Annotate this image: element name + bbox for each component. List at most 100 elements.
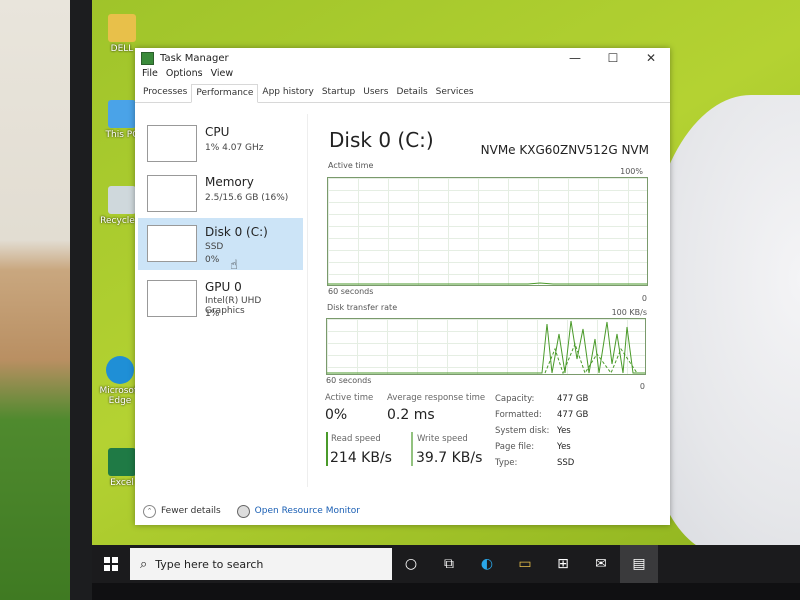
fewer-details-label: Fewer details xyxy=(161,506,221,516)
transfer-rate-graph xyxy=(326,318,646,375)
page-file-key: Page file: xyxy=(495,442,535,452)
window-title: Task Manager xyxy=(160,52,229,64)
tab-startup[interactable]: Startup xyxy=(318,84,359,102)
taskbar: ⌕ Type here to search ○ ⧉ ◐ ▭ ⊞ ✉ ▤ xyxy=(92,545,800,583)
avg-response-value: 0.2 ms xyxy=(387,407,435,423)
read-speed-value: 214 KB/s xyxy=(330,450,392,466)
tab-details[interactable]: Details xyxy=(392,84,431,102)
tab-services[interactable]: Services xyxy=(432,84,478,102)
sidebar-item-detail: 1% 4.07 GHz xyxy=(205,143,264,153)
laptop-bezel-bottom xyxy=(92,583,800,600)
open-resource-monitor-link[interactable]: Open Resource Monitor xyxy=(236,504,360,518)
menu-options[interactable]: Options xyxy=(166,68,203,84)
photo-background-left xyxy=(0,0,75,600)
start-button[interactable] xyxy=(92,545,130,583)
open-resource-monitor-label: Open Resource Monitor xyxy=(254,506,360,516)
task-manager-icon xyxy=(141,51,154,65)
sidebar-item-disk[interactable]: Disk 0 (C:) SSD 0% ☝ xyxy=(138,218,303,273)
folder-icon xyxy=(108,14,136,42)
sidebar-item-name: GPU 0 xyxy=(205,280,242,294)
type-value: SSD xyxy=(557,458,575,468)
taskbar-search[interactable]: ⌕ Type here to search xyxy=(130,548,392,580)
active-time-line xyxy=(328,282,647,285)
excel-icon xyxy=(108,448,136,476)
type-key: Type: xyxy=(495,458,518,468)
edge-icon xyxy=(106,356,134,384)
sidebar-item-gpu[interactable]: GPU 0 Intel(R) UHD Graphics 1% xyxy=(138,273,303,325)
page-file-value: Yes xyxy=(557,442,571,452)
cpu-mini-graph xyxy=(147,125,197,162)
computer-icon xyxy=(108,100,136,128)
system-disk-value: Yes xyxy=(557,426,571,436)
sidebar-item-detail: 2.5/15.6 GB (16%) xyxy=(205,193,289,203)
avg-response-label: Average response time xyxy=(387,393,486,403)
windows-logo-icon xyxy=(104,557,118,571)
search-placeholder: Type here to search xyxy=(155,557,264,571)
task-manager-window: Task Manager — ☐ ✕ File Options View Pro… xyxy=(135,48,670,525)
tab-bar: Processes Performance App history Startu… xyxy=(135,84,670,103)
sidebar-item-detail: Intel(R) UHD Graphics xyxy=(205,296,262,316)
read-speed-marker xyxy=(326,432,328,466)
graph-max-label: 100 KB/s xyxy=(611,308,647,317)
edge-icon[interactable]: ◐ xyxy=(468,545,506,583)
tab-processes[interactable]: Processes xyxy=(139,84,191,102)
sidebar-item-cpu[interactable]: CPU 1% 4.07 GHz xyxy=(138,118,303,170)
disk-detail-panel: Disk 0 (C:) NVMe KXG60ZNV512G NVM Active… xyxy=(321,114,661,487)
write-speed-value: 39.7 KB/s xyxy=(416,450,483,466)
sidebar-item-name: Disk 0 (C:) xyxy=(205,225,268,239)
active-time-graph xyxy=(327,177,648,286)
formatted-value: 477 GB xyxy=(557,410,589,420)
maximize-button[interactable]: ☐ xyxy=(594,51,632,65)
menu-view[interactable]: View xyxy=(211,68,234,84)
disk-mini-graph xyxy=(147,225,197,262)
cortana-icon[interactable]: ○ xyxy=(392,545,430,583)
resource-sidebar: CPU 1% 4.07 GHz Memory 2.5/15.6 GB (16%)… xyxy=(138,114,303,487)
fewer-details-button[interactable]: ⌃ Fewer details xyxy=(143,504,221,518)
graph-span-label: 60 seconds xyxy=(326,376,372,385)
file-explorer-icon[interactable]: ▭ xyxy=(506,545,544,583)
close-button[interactable]: ✕ xyxy=(632,51,670,65)
tab-users[interactable]: Users xyxy=(359,84,392,102)
sidebar-item-usage: 0% xyxy=(205,255,220,265)
disk-model: NVMe KXG60ZNV512G NVM xyxy=(480,143,649,157)
sidebar-item-name: Memory xyxy=(205,175,254,189)
footer: ⌃ Fewer details Open Resource Monitor xyxy=(135,497,670,525)
menu-file[interactable]: File xyxy=(142,68,158,84)
tab-app-history[interactable]: App history xyxy=(258,84,317,102)
task-manager-taskbar-icon[interactable]: ▤ xyxy=(620,545,658,583)
graph-min-label: 0 xyxy=(641,294,647,303)
sidebar-item-memory[interactable]: Memory 2.5/15.6 GB (16%) xyxy=(138,168,303,220)
menu-bar: File Options View xyxy=(135,68,670,84)
panel-divider xyxy=(307,114,308,487)
sidebar-item-detail: SSD xyxy=(205,242,224,252)
capacity-value: 477 GB xyxy=(557,394,589,404)
active-time-label: Active time xyxy=(325,393,374,403)
store-icon[interactable]: ⊞ xyxy=(544,545,582,583)
read-speed-label: Read speed xyxy=(331,434,381,444)
capacity-key: Capacity: xyxy=(495,394,535,404)
recycle-bin-icon xyxy=(108,186,136,214)
graph-span-label: 60 seconds xyxy=(328,287,374,296)
title-bar: Task Manager — ☐ ✕ xyxy=(135,48,670,68)
task-view-icon[interactable]: ⧉ xyxy=(430,545,468,583)
system-disk-key: System disk: xyxy=(495,426,550,436)
formatted-key: Formatted: xyxy=(495,410,542,420)
resource-monitor-icon xyxy=(236,504,250,518)
mail-icon[interactable]: ✉ xyxy=(582,545,620,583)
active-time-value: 0% xyxy=(325,407,348,423)
write-speed-marker xyxy=(411,432,413,466)
chevron-up-icon: ⌃ xyxy=(143,504,156,518)
graph-min-label: 0 xyxy=(639,382,645,391)
page-title: Disk 0 (C:) xyxy=(329,128,434,152)
graph-label: Disk transfer rate xyxy=(327,303,398,312)
minimize-button[interactable]: — xyxy=(556,51,594,65)
hand-cursor-icon: ☝ xyxy=(230,258,238,273)
graph-label: Active time xyxy=(328,161,374,170)
graph-max-label: 100% xyxy=(620,167,643,176)
tab-performance[interactable]: Performance xyxy=(191,84,259,103)
gpu-mini-graph xyxy=(147,280,197,317)
sidebar-item-usage: 1% xyxy=(205,309,220,319)
write-speed-label: Write speed xyxy=(417,434,468,444)
transfer-rate-line xyxy=(327,320,645,374)
memory-mini-graph xyxy=(147,175,197,212)
